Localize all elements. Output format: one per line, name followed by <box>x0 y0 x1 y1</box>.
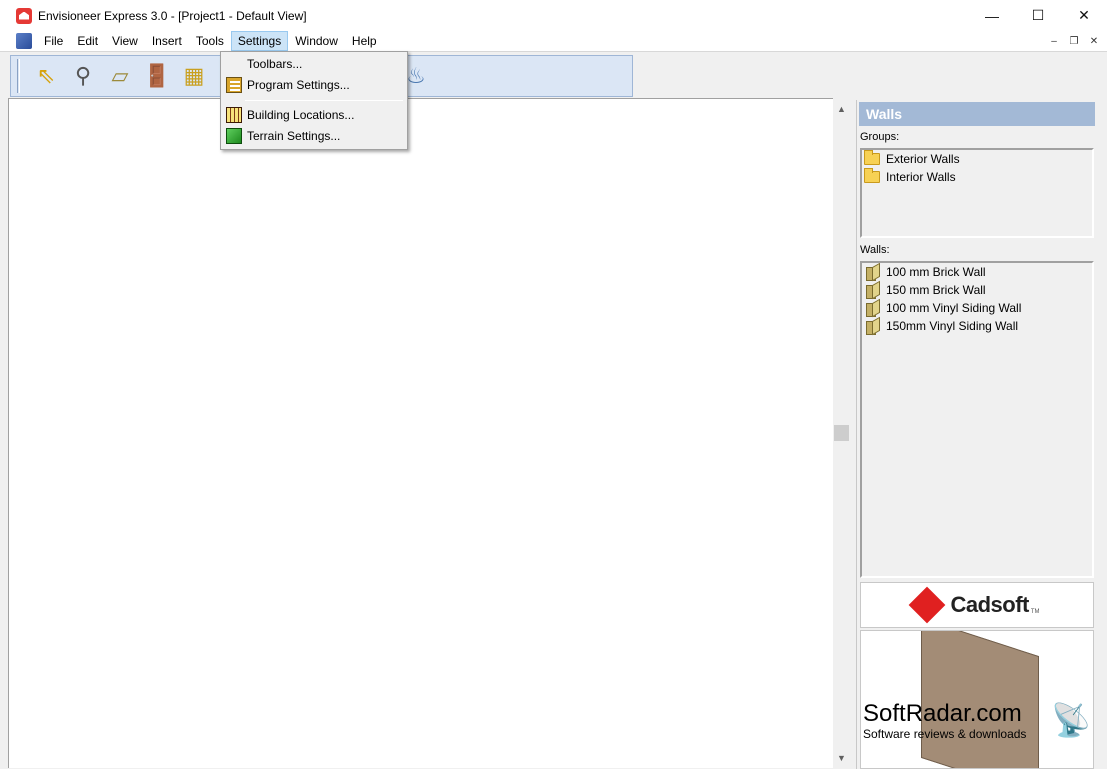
menu-item-building-locations[interactable]: Building Locations... <box>221 105 407 125</box>
cadsoft-logo: Cadsoft TM <box>860 582 1094 628</box>
mdi-restore-button[interactable]: ❐ <box>1065 33 1083 49</box>
wall-label: 150 mm Brick Wall <box>886 283 986 297</box>
menu-item-terrain-settings[interactable]: Terrain Settings... <box>221 126 407 146</box>
scroll-up-icon[interactable]: ▲ <box>833 100 850 117</box>
document-icon[interactable] <box>16 33 32 49</box>
menu-tools[interactable]: Tools <box>189 31 231 51</box>
list-item[interactable]: 150mm Vinyl Siding Wall <box>862 317 1092 335</box>
walls-panel: Walls Groups: Exterior Walls Interior Wa… <box>856 100 1096 769</box>
menu-help[interactable]: Help <box>345 31 384 51</box>
terrain-icon <box>226 128 242 144</box>
title-bar: Envisioneer Express 3.0 - [Project1 - De… <box>0 0 1107 31</box>
menu-edit[interactable]: Edit <box>70 31 105 51</box>
menu-settings[interactable]: Settings <box>230 31 289 51</box>
list-item[interactable]: 100 mm Brick Wall <box>862 263 1092 281</box>
panel-header: Walls <box>859 102 1095 126</box>
toolbar-area: ⇖ ⚲ ▱ 🚪 ▦ ▮ ▤ ▭ ♜ ♆ ♨ <box>0 51 1107 98</box>
wall-preview: SoftRadar.com Software reviews & downloa… <box>860 630 1094 769</box>
mdi-controls: – ❐ ✕ <box>1045 33 1103 49</box>
menu-bar: File Edit View Insert Tools Settings Win… <box>0 31 1107 51</box>
logo-trademark: TM <box>1030 609 1040 615</box>
menu-insert[interactable]: Insert <box>145 31 189 51</box>
list-item[interactable]: Exterior Walls <box>862 150 1092 168</box>
folder-icon <box>864 150 880 165</box>
folder-icon <box>864 168 880 183</box>
door-icon[interactable]: 🚪 <box>140 59 174 93</box>
menu-view[interactable]: View <box>105 31 145 51</box>
list-item[interactable]: 150 mm Brick Wall <box>862 281 1092 299</box>
program-settings-icon <box>226 77 242 93</box>
scroll-thumb[interactable] <box>834 425 849 441</box>
groups-label: Groups: <box>860 131 900 143</box>
building-icon <box>226 107 242 123</box>
wall-label: 100 mm Vinyl Siding Wall <box>886 301 1022 315</box>
watermark-subtitle: Software reviews & downloads <box>863 727 1027 741</box>
wall-type-icon <box>864 301 880 317</box>
window-icon[interactable]: ▦ <box>177 59 211 93</box>
wall-label: 100 mm Brick Wall <box>886 265 986 279</box>
walls-label: Walls: <box>860 244 890 256</box>
menu-item-program-settings[interactable]: Program Settings... <box>221 75 407 95</box>
minimize-button[interactable]: — <box>969 0 1015 31</box>
logo-diamond-icon <box>909 586 946 624</box>
logo-text: Cadsoft <box>950 592 1029 617</box>
menu-item-label: Terrain Settings... <box>247 129 341 143</box>
wall-type-icon <box>864 283 880 299</box>
window-controls: — ☐ ✕ <box>969 0 1107 31</box>
group-label: Interior Walls <box>886 170 956 184</box>
menu-item-label: Building Locations... <box>247 108 355 122</box>
menu-item-toolbars[interactable]: Toolbars... <box>221 54 407 74</box>
drawing-canvas[interactable] <box>8 98 833 768</box>
menu-window[interactable]: Window <box>288 31 345 51</box>
group-label: Exterior Walls <box>886 152 960 166</box>
wall-type-icon <box>864 265 880 281</box>
mdi-minimize-button[interactable]: – <box>1045 33 1063 49</box>
menu-separator <box>245 100 403 101</box>
menu-file[interactable]: File <box>37 31 70 51</box>
walls-list[interactable]: 100 mm Brick Wall 150 mm Brick Wall 100 … <box>860 261 1094 578</box>
list-item[interactable]: 100 mm Vinyl Siding Wall <box>862 299 1092 317</box>
maximize-button[interactable]: ☐ <box>1015 0 1061 31</box>
close-button[interactable]: ✕ <box>1061 0 1107 31</box>
menu-item-label: Program Settings... <box>247 78 350 92</box>
satellite-dish-icon: 📡 <box>1051 702 1091 738</box>
list-item[interactable]: Interior Walls <box>862 168 1092 186</box>
watermark-title: SoftRadar.com <box>863 700 1022 727</box>
settings-dropdown: Toolbars... Program Settings... Building… <box>220 51 408 150</box>
wall-icon[interactable]: ▱ <box>103 59 137 93</box>
toolbar-grip[interactable] <box>17 59 20 93</box>
mdi-close-button[interactable]: ✕ <box>1085 33 1103 49</box>
menu-item-label: Toolbars... <box>247 57 303 71</box>
vertical-scrollbar[interactable]: ▲ ▼ <box>833 98 850 768</box>
wall-label: 150mm Vinyl Siding Wall <box>886 319 1019 333</box>
app-icon[interactable] <box>16 7 32 24</box>
wall-type-icon <box>864 319 880 335</box>
select-arrow-icon[interactable]: ⇖ <box>29 59 63 93</box>
watermark: SoftRadar.com Software reviews & downloa… <box>863 700 1027 742</box>
groups-list[interactable]: Exterior Walls Interior Walls <box>860 148 1094 238</box>
scroll-down-icon[interactable]: ▼ <box>833 749 850 766</box>
window-title: Envisioneer Express 3.0 - [Project1 - De… <box>38 8 307 23</box>
dimension-icon[interactable]: ⚲ <box>66 59 100 93</box>
